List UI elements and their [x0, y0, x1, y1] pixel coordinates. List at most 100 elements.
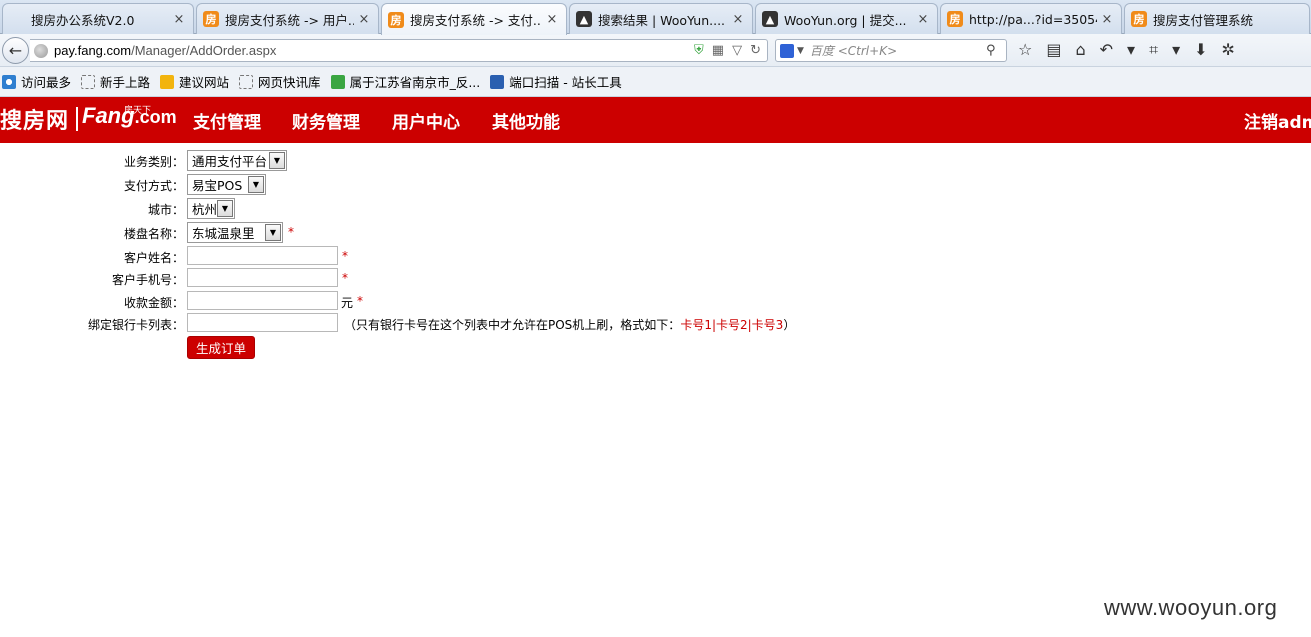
page-icon — [81, 74, 96, 89]
toolbar-icons: ☆ ▤ ⌂ ↶ ▾ ⌗ ▾ ⬇ ✲ — [1018, 40, 1235, 60]
bookmark-most-visited[interactable]: 访问最多 — [2, 72, 71, 91]
qr-code-icon[interactable]: ▦ — [712, 43, 724, 58]
bookmark-label: 建议网站 — [179, 75, 230, 90]
tab-title: http://pa...?id=35054 — [969, 11, 1097, 27]
page-icon — [239, 74, 254, 89]
row-bank-cards: 绑定银行卡列表： （只有银行卡号在这个列表中才允许在POS机上刷，格式如下：卡号… — [0, 313, 1311, 335]
bookmark-label: 网页快讯库 — [258, 75, 321, 90]
shield-icon[interactable]: ⛨ — [694, 43, 704, 58]
url-path: /Manager/AddOrder.aspx — [131, 43, 277, 58]
chevron-down-icon[interactable]: ▼ — [797, 46, 804, 56]
reading-list-icon[interactable]: ▤ — [1046, 40, 1061, 60]
nav-other-functions[interactable]: 其他功能 — [492, 108, 560, 133]
tab-sofang-office[interactable]: 搜房办公系统V2.0 × — [2, 3, 194, 34]
amount-label: 收款金额： — [123, 296, 184, 310]
pay-method-label: 支付方式： — [123, 179, 184, 193]
close-icon[interactable]: × — [358, 12, 370, 27]
wooyun-icon: ▲ — [576, 11, 592, 27]
chevron-down-icon[interactable]: ▼ — [265, 224, 281, 241]
chevron-down-icon[interactable]: ▼ — [269, 152, 285, 169]
close-icon[interactable]: × — [732, 12, 744, 27]
close-icon[interactable]: × — [546, 12, 558, 27]
back-arrow-icon: ← — [8, 41, 23, 60]
search-input[interactable]: 百度 <Ctrl+K> — [810, 42, 986, 59]
tab-bar: 搜房办公系统V2.0 × 房 搜房支付系统 -> 用户... × 房 搜房支付系… — [0, 0, 1311, 35]
building-select[interactable]: 东城温泉里 ▼ — [187, 222, 283, 243]
download-icon[interactable]: ⬇ — [1194, 40, 1207, 60]
dropdown-icon[interactable]: ▽ — [732, 43, 742, 58]
row-building: 楼盘名称： 东城温泉里 ▼ * — [0, 222, 1311, 244]
close-icon[interactable]: × — [173, 12, 185, 27]
addon-icon[interactable]: ✲ — [1222, 40, 1235, 60]
bookmark-star-icon[interactable]: ☆ — [1018, 40, 1032, 60]
chevron-down-icon[interactable]: ▼ — [248, 176, 264, 193]
required-mark: * — [342, 271, 348, 285]
bookmark-port-scan[interactable]: 端口扫描 - 站长工具 — [490, 72, 622, 91]
bank-cards-input[interactable] — [187, 313, 338, 332]
site-header: 搜房网 Fang.com 房天下 支付管理 财务管理 用户中心 其他功能 注销a… — [0, 97, 1311, 143]
logo-divider — [76, 107, 78, 131]
bank-cards-hint: （只有银行卡号在这个列表中才允许在POS机上刷，格式如下：卡号1|卡号2|卡号3… — [344, 316, 795, 333]
row-amount: 收款金额： 元 * — [0, 291, 1311, 313]
business-type-select[interactable]: 通用支付平台 ▼ — [187, 150, 287, 171]
watermark: www.wooyun.org — [1104, 595, 1278, 620]
close-icon[interactable]: × — [1101, 12, 1113, 27]
reload-icon[interactable]: ↻ — [750, 43, 761, 58]
chevron-down-icon[interactable]: ▾ — [1127, 40, 1135, 60]
fang-icon: 房 — [203, 11, 219, 27]
bookmark-label: 新手上路 — [100, 75, 151, 90]
bookmark-label: 端口扫描 - 站长工具 — [509, 75, 622, 90]
chevron-down-icon[interactable]: ▼ — [217, 200, 233, 217]
building-value: 东城温泉里 — [192, 226, 255, 241]
row-business-type: 业务类别： 通用支付平台 ▼ — [0, 150, 1311, 172]
address-bar[interactable]: pay.fang.com/Manager/AddOrder.aspx ⛨ ▦ ▽… — [30, 39, 768, 62]
bookmark-nanjing[interactable]: 属于江苏省南京市_反... — [330, 72, 481, 91]
bookmark-suggested[interactable]: 建议网站 — [160, 72, 229, 91]
search-box[interactable]: ▼ 百度 <Ctrl+K> ⚲ — [775, 39, 1007, 62]
generate-order-button[interactable]: 生成订单 — [187, 336, 255, 359]
pay-method-select[interactable]: 易宝POS ▼ — [187, 174, 266, 195]
customer-name-input[interactable] — [187, 246, 338, 265]
customer-name-label: 客户姓名： — [123, 251, 184, 265]
bookmark-getting-started[interactable]: 新手上路 — [81, 72, 150, 91]
customer-phone-input[interactable] — [187, 268, 338, 287]
fang-icon: 房 — [388, 11, 404, 28]
hint-example: 卡号1|卡号2|卡号3 — [680, 318, 784, 332]
bing-icon — [160, 74, 175, 89]
nav-user-center[interactable]: 用户中心 — [392, 108, 460, 133]
logout-link[interactable]: 注销adm — [1244, 108, 1311, 133]
pay-method-value: 易宝POS — [192, 178, 243, 193]
back-button[interactable]: ← — [2, 37, 29, 64]
bookmark-web-slices[interactable]: 网页快讯库 — [239, 72, 321, 91]
close-icon[interactable]: × — [917, 12, 929, 27]
business-type-value: 通用支付平台 — [192, 154, 268, 169]
tab-title: 搜房支付管理系统 — [1153, 12, 1254, 28]
row-pay-method: 支付方式： 易宝POS ▼ — [0, 174, 1311, 196]
tab-title: 搜房办公系统V2.0 — [31, 12, 135, 28]
city-select[interactable]: 杭州 ▼ — [187, 198, 235, 219]
undo-icon[interactable]: ↶ — [1100, 40, 1113, 60]
tab-pay-id[interactable]: 房 http://pa...?id=35054 × — [940, 3, 1122, 34]
tab-wooyun-search[interactable]: ▲ 搜索结果 | WooYun.... × — [569, 3, 753, 34]
amount-input[interactable] — [187, 291, 338, 310]
tab-pay-admin[interactable]: 房 搜房支付管理系统 — [1124, 3, 1310, 34]
fang-icon: 房 — [1131, 11, 1147, 27]
nav-payment-management[interactable]: 支付管理 — [193, 108, 261, 133]
row-customer-phone: 客户手机号： * — [0, 268, 1311, 290]
chevron-down-icon[interactable]: ▾ — [1172, 40, 1180, 60]
tab-pay-active[interactable]: 房 搜房支付系统 -> 支付... × — [381, 3, 567, 35]
navigation-toolbar: pay.fang.com/Manager/AddOrder.aspx ⛨ ▦ ▽… — [0, 34, 1311, 67]
url-text: pay.fang.com/Manager/AddOrder.aspx — [54, 43, 276, 58]
logo-cn[interactable]: 搜房网 — [0, 103, 69, 135]
tab-pay-user[interactable]: 房 搜房支付系统 -> 用户... × — [196, 3, 379, 34]
tab-title: 搜索结果 | WooYun.... — [598, 12, 726, 28]
crop-icon[interactable]: ⌗ — [1149, 40, 1158, 60]
search-icon[interactable]: ⚲ — [986, 43, 1006, 58]
tab-wooyun-submit[interactable]: ▲ WooYun.org | 提交... × — [755, 3, 938, 34]
fang-icon: 房 — [947, 11, 963, 27]
bookmark-label: 属于江苏省南京市_反... — [349, 75, 481, 90]
required-mark: * — [288, 225, 294, 239]
home-icon[interactable]: ⌂ — [1075, 40, 1085, 60]
nav-finance-management[interactable]: 财务管理 — [292, 108, 360, 133]
browser-window: 搜房办公系统V2.0 × 房 搜房支付系统 -> 用户... × 房 搜房支付系… — [0, 0, 1311, 637]
